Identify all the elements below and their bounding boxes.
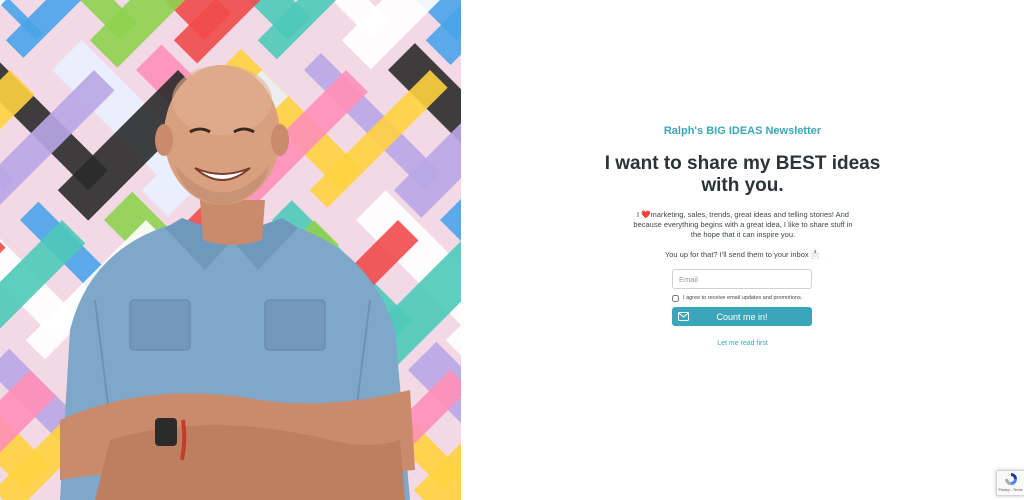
email-field[interactable] — [672, 269, 812, 289]
subscribe-button[interactable]: Count me in! — [672, 307, 812, 326]
read-first-link[interactable]: Let me read first — [461, 340, 1024, 347]
signup-panel: Ralph's BIG IDEAS Newsletter I want to s… — [461, 0, 1024, 500]
consent-label: I agree to receive email updates and pro… — [683, 295, 803, 301]
newsletter-brand: Ralph's BIG IDEAS Newsletter — [663, 125, 822, 137]
consent-row[interactable]: I agree to receive email updates and pro… — [672, 293, 802, 303]
page-title: I want to share my BEST ideas with you. — [604, 153, 881, 196]
recaptcha-badge[interactable]: Privacy - Terms — [996, 470, 1024, 496]
consent-checkbox[interactable] — [672, 294, 679, 302]
recaptcha-links[interactable]: Privacy - Terms — [998, 488, 1022, 492]
intro-body: marketing, sales, trends, great ideas an… — [633, 210, 853, 239]
hero-photo — [0, 0, 461, 500]
intro-text: I ❤️marketing, sales, trends, great idea… — [629, 210, 857, 240]
heart-icon: ❤️ — [641, 210, 651, 219]
signup-prompt: You up for that? I'll send them to your … — [664, 250, 821, 259]
recaptcha-icon — [1004, 473, 1017, 485]
envelope-icon — [678, 312, 689, 323]
intro-prefix: I — [637, 210, 640, 219]
subscribe-button-label: Count me in! — [716, 311, 768, 322]
hero-illustration — [0, 0, 461, 500]
